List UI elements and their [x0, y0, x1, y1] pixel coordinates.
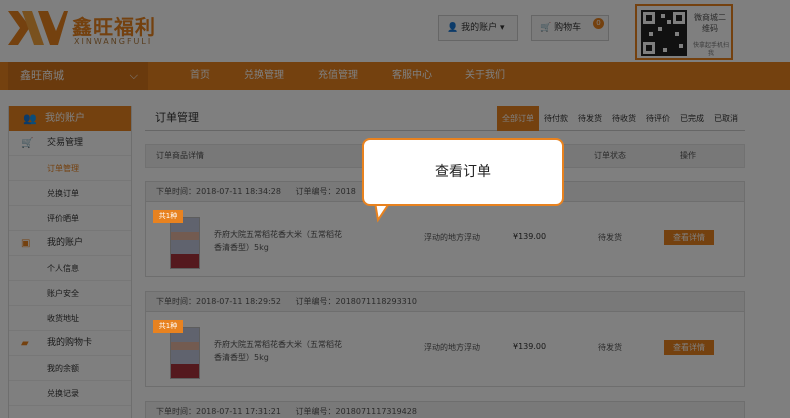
tooltip-callout: 查看订单: [362, 138, 564, 206]
item-count-tag: 共1种: [153, 320, 183, 333]
page: 鑫旺福利 XINWANGFULI 👤 我的账户 ▾ 🛒 购物车 0 微商城二维码…: [0, 0, 790, 418]
item-count-tag: 共1种: [153, 210, 183, 223]
